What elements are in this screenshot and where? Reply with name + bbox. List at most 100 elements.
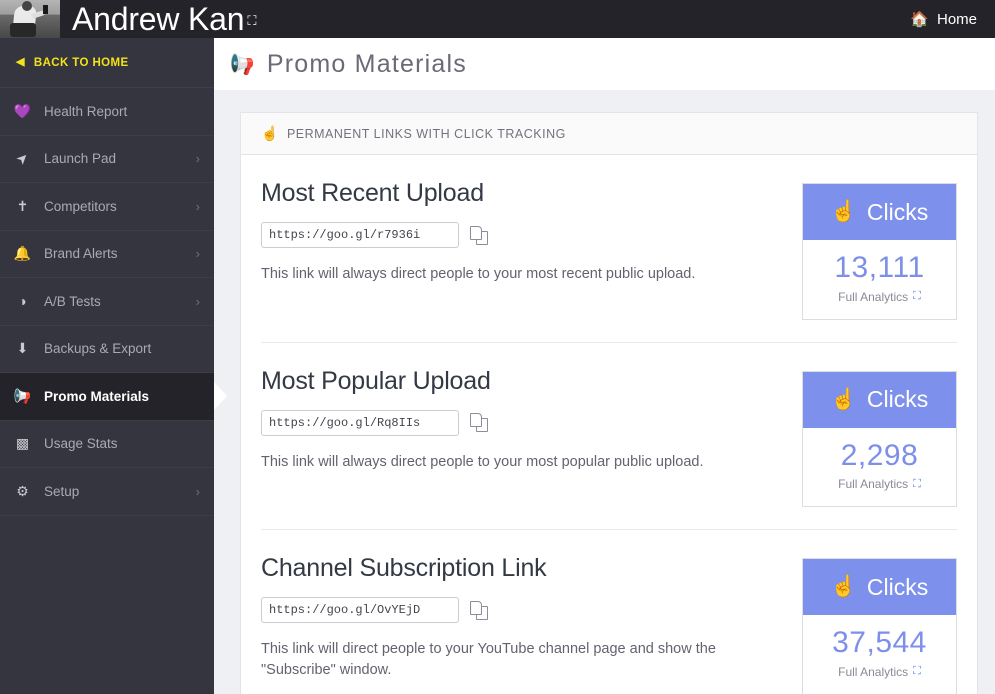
sidebar-item-setup[interactable]: ⚙ Setup › xyxy=(0,468,214,516)
full-analytics-label: Full Analytics xyxy=(838,289,909,304)
panel-body: Most Recent Upload This link will always… xyxy=(241,155,977,694)
promo-link-description: This link will always direct people to y… xyxy=(261,266,696,282)
gears-icon: ⚙ xyxy=(16,482,29,499)
panel-header-label: PERMANENT LINKS WITH CLICK TRACKING xyxy=(286,126,566,141)
main-content: ☝ PERMANENT LINKS WITH CLICK TRACKING Mo… xyxy=(214,90,995,694)
full-analytics-label: Full Analytics xyxy=(838,477,909,491)
hand-pointer-icon: ☝ xyxy=(830,575,857,598)
promo-url-input[interactable] xyxy=(261,222,459,248)
promo-link-details: Most Popular Upload This link will alway… xyxy=(261,367,802,473)
clicks-label: Clicks xyxy=(866,386,929,412)
megaphone-icon: 📢 xyxy=(230,53,255,76)
chevron-right-icon: › xyxy=(195,198,200,214)
sidebar-item-promo-materials[interactable]: 📢 Promo Materials xyxy=(0,373,227,421)
clicks-card[interactable]: ☝ Clicks 13,111 Full Analytics ⛶ xyxy=(802,183,957,320)
promo-url-input[interactable] xyxy=(261,409,459,436)
hand-pointer-icon: ☝ xyxy=(830,200,857,223)
megaphone-icon: 📢 xyxy=(13,387,32,404)
back-to-home-label: BACK TO HOME xyxy=(33,56,129,69)
clicks-card-body: 37,544 Full Analytics ⛶ xyxy=(803,615,956,694)
external-link-icon: ⛶ xyxy=(913,477,921,490)
sidebar-item-label: Brand Alerts xyxy=(44,246,118,262)
promo-link-title: Channel Subscription Link xyxy=(261,554,547,582)
adjust-icon: ◑ xyxy=(18,293,27,310)
external-link-icon: ⛶ xyxy=(913,290,921,302)
sidebar-item-label: Health Report xyxy=(44,103,128,119)
promo-url-input[interactable] xyxy=(261,597,459,623)
promo-links-panel: ☝ PERMANENT LINKS WITH CLICK TRACKING Mo… xyxy=(240,112,978,694)
clicks-card-body: 2,298 Full Analytics ⛶ xyxy=(803,428,956,507)
avatar xyxy=(0,0,60,38)
promo-link-details: Channel Subscription Link This link will… xyxy=(261,554,802,681)
clicks-card-header: ☝ Clicks xyxy=(803,184,956,240)
sidebar-item-label: Backups & Export xyxy=(44,341,152,357)
promo-url-line xyxy=(261,597,792,623)
caret-left-icon: ◀ xyxy=(16,56,25,68)
page-title: Promo Materials xyxy=(266,49,467,78)
sidebar-item-launch-pad[interactable]: ➤ Launch Pad › xyxy=(0,136,214,183)
brand-title[interactable]: Andrew Kan ⛶ xyxy=(60,0,256,40)
hand-pointer-icon: ☝ xyxy=(830,387,857,411)
chevron-right-icon: › xyxy=(195,246,200,262)
external-link-icon[interactable]: ⛶ xyxy=(247,2,256,40)
sidebar-item-label: Promo Materials xyxy=(44,388,150,404)
home-link[interactable]: Home xyxy=(937,11,977,28)
clicks-count: 13,111 xyxy=(834,251,925,284)
clicks-count: 37,544 xyxy=(832,626,927,659)
page-header: 📢 Promo Materials xyxy=(214,38,995,90)
full-analytics-link[interactable]: Full Analytics ⛶ xyxy=(838,477,921,491)
panel-header: ☝ PERMANENT LINKS WITH CLICK TRACKING xyxy=(241,113,977,155)
sidebar-item-usage-stats[interactable]: ▩ Usage Stats xyxy=(0,421,214,468)
sidebar-item-ab-tests[interactable]: ◑ A/B Tests › xyxy=(0,278,214,326)
full-analytics-link[interactable]: Full Analytics ⛶ xyxy=(838,665,921,679)
sidebar-item-competitors[interactable]: ✝ Competitors › xyxy=(0,183,214,231)
clicks-count: 2,298 xyxy=(840,438,919,472)
sidebar-item-label: Competitors xyxy=(44,198,117,214)
home-icon: 🏠 xyxy=(910,11,929,28)
sidebar-item-label: Usage Stats xyxy=(44,436,118,452)
chevron-right-icon: › xyxy=(195,293,200,309)
sidebar-item-label: Setup xyxy=(44,483,80,499)
promo-link-title: Most Popular Upload xyxy=(261,366,491,395)
back-to-home-link[interactable]: ◀ BACK TO HOME xyxy=(0,38,214,88)
topbar-right: 🏠 Home xyxy=(910,10,995,29)
clicks-card[interactable]: ☝ Clicks 2,298 Full Analytics ⛶ xyxy=(802,370,957,507)
copy-icon[interactable] xyxy=(470,225,488,245)
clicks-label: Clicks xyxy=(866,573,929,600)
clicks-card-body: 13,111 Full Analytics ⛶ xyxy=(803,240,956,319)
promo-link-title: Most Recent Upload xyxy=(261,179,484,207)
sidebar-item-brand-alerts[interactable]: 🔔 Brand Alerts › xyxy=(0,231,214,278)
copy-icon[interactable] xyxy=(470,413,488,432)
clicks-card-header: ☝ Clicks xyxy=(803,371,956,428)
chevron-right-icon: › xyxy=(195,483,200,499)
promo-link-row: Channel Subscription Link This link will… xyxy=(261,530,957,694)
external-link-icon: ⛶ xyxy=(913,665,921,677)
promo-link-details: Most Recent Upload This link will always… xyxy=(261,179,802,285)
promo-link-row: Most Recent Upload This link will always… xyxy=(261,155,957,343)
crosshairs-icon: ✝ xyxy=(16,197,29,214)
sidebar-item-backups-export[interactable]: ⬇ Backups & Export xyxy=(0,326,214,373)
sidebar-item-label: Launch Pad xyxy=(44,151,117,167)
promo-url-line xyxy=(261,222,792,248)
promo-link-description: This link will direct people to your You… xyxy=(261,641,716,679)
promo-link-row: Most Popular Upload This link will alway… xyxy=(261,343,957,530)
heartbeat-icon: 💜 xyxy=(13,102,32,119)
bar-chart-icon: ▩ xyxy=(15,435,30,452)
copy-icon[interactable] xyxy=(470,600,488,620)
top-bar: Andrew Kan ⛶ 🏠 Home xyxy=(0,0,995,38)
active-pointer xyxy=(214,382,227,411)
brand-name: Andrew Kan xyxy=(72,1,245,37)
download-icon: ⬇ xyxy=(16,340,29,357)
sidebar: ◀ BACK TO HOME 💜 Health Report ➤ Launch … xyxy=(0,38,227,694)
full-analytics-label: Full Analytics xyxy=(838,664,909,679)
clicks-card-header: ☝ Clicks xyxy=(803,559,956,615)
promo-url-line xyxy=(261,409,792,436)
chevron-right-icon: › xyxy=(195,151,200,167)
rocket-icon: ➤ xyxy=(12,148,32,169)
clicks-card[interactable]: ☝ Clicks 37,544 Full Analytics ⛶ xyxy=(802,558,957,694)
sidebar-item-health-report[interactable]: 💜 Health Report xyxy=(0,88,214,136)
bell-icon: 🔔 xyxy=(13,245,32,262)
sidebar-item-label: A/B Tests xyxy=(44,293,101,309)
full-analytics-link[interactable]: Full Analytics ⛶ xyxy=(838,290,921,304)
promo-link-description: This link will always direct people to y… xyxy=(261,453,704,470)
